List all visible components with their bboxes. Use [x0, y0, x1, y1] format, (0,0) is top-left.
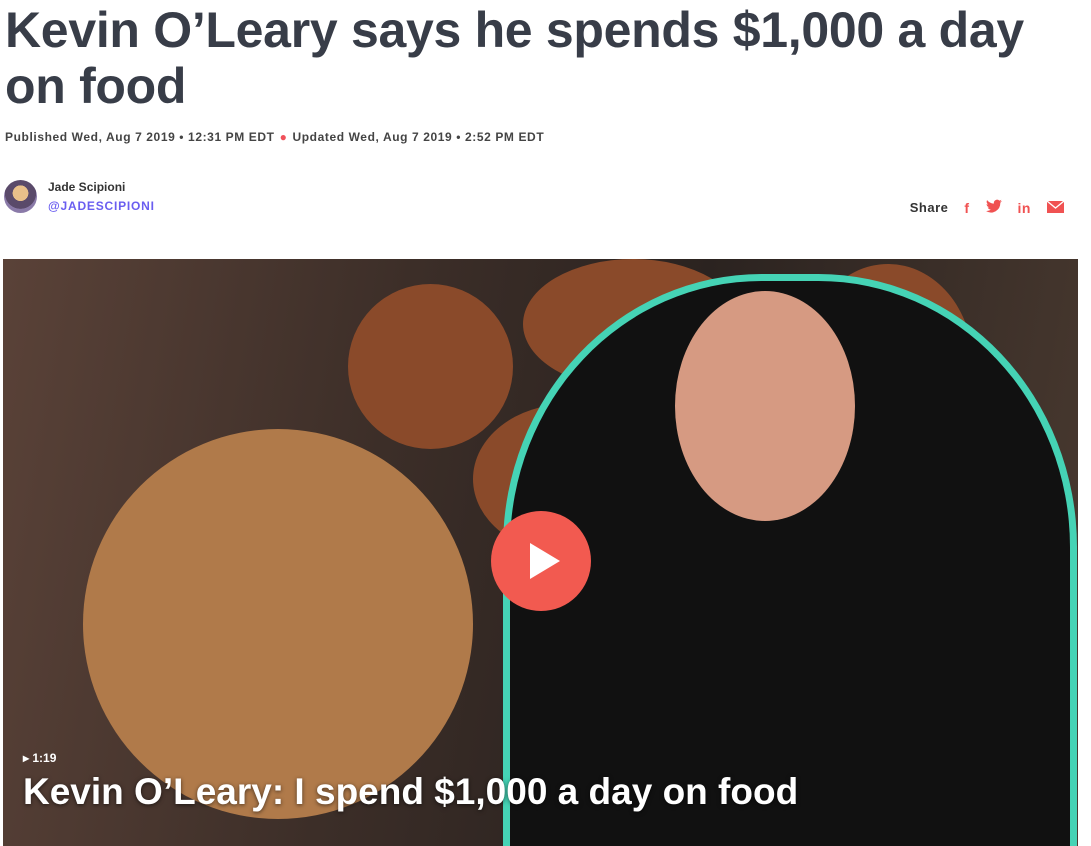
separator-dot: ●	[279, 130, 288, 144]
published-time: Published Wed, Aug 7 2019 • 12:31 PM EDT	[5, 130, 275, 144]
cheese-board-image	[83, 429, 473, 819]
author-avatar[interactable]	[4, 180, 37, 213]
video-duration: ▸ 1:19	[23, 751, 57, 765]
share-label: Share	[909, 200, 949, 215]
author-name[interactable]: Jade Scipioni	[48, 180, 155, 194]
facebook-icon[interactable]: f	[964, 200, 969, 216]
video-title[interactable]: Kevin O’Leary: I spend $1,000 a day on f…	[23, 771, 798, 813]
food-bowl-image	[348, 284, 513, 449]
linkedin-icon[interactable]: in	[1018, 200, 1031, 216]
article-meta: Published Wed, Aug 7 2019 • 12:31 PM EDT…	[5, 130, 544, 144]
author-handle[interactable]: @JADESCIPIONI	[48, 199, 155, 213]
play-button[interactable]	[491, 511, 591, 611]
updated-time: Updated Wed, Aug 7 2019 • 2:52 PM EDT	[292, 130, 545, 144]
headline: Kevin O’Leary says he spends $1,000 a da…	[5, 2, 1024, 114]
share-bar: Share f in	[909, 199, 1065, 216]
twitter-icon[interactable]	[985, 199, 1002, 216]
author-block: Jade Scipioni @JADESCIPIONI	[4, 180, 155, 213]
email-icon[interactable]	[1046, 199, 1065, 216]
video-player[interactable]: ▸ 1:19 Kevin O’Leary: I spend $1,000 a d…	[3, 259, 1078, 846]
face-image	[675, 291, 855, 521]
